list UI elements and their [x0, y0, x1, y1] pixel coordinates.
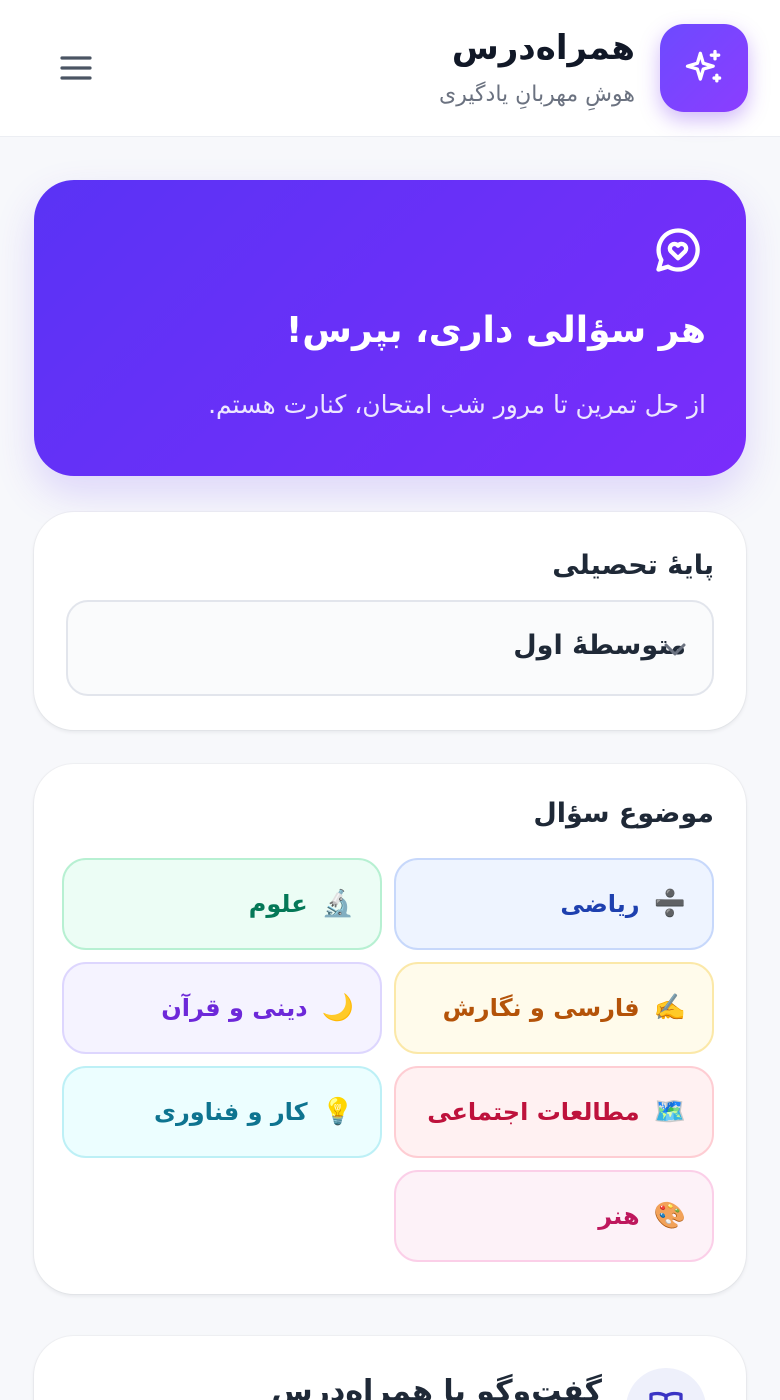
- app-logo: [660, 24, 748, 112]
- subject-tech-button[interactable]: 💡 کار و فناوری: [62, 1066, 382, 1158]
- writing-hand-icon: ✍️: [653, 993, 686, 1023]
- app-subtitle: هوشِ مهربانِ یادگیری: [439, 82, 635, 107]
- world-map-icon: 🗺️: [653, 1097, 686, 1127]
- chat-icon-wrap: [626, 1368, 706, 1400]
- subject-label: موضوع سؤال: [533, 798, 714, 829]
- subject-science-button[interactable]: 🔬 علوم: [62, 858, 382, 950]
- sparkles-icon: [685, 49, 722, 83]
- crescent-moon-icon: 🌙: [321, 993, 354, 1023]
- microscope-icon: 🔬: [321, 889, 354, 919]
- subject-religion-button[interactable]: 🌙 دینی و قرآن: [62, 962, 382, 1054]
- subject-label-science: علوم: [248, 890, 308, 918]
- chevron-down-icon: [664, 643, 686, 656]
- hero-icon-wrap: [650, 222, 706, 278]
- subject-label-persian: فارسی و نگارش: [442, 994, 640, 1022]
- subject-label-art: هنر: [598, 1202, 640, 1230]
- hero-banner: هر سؤالی داری، بپرس! از حل تمرین تا مرور…: [34, 180, 746, 476]
- app-header: همراه‌درس هوشِ مهربانِ یادگیری: [0, 0, 780, 137]
- grade-label: پایهٔ تحصیلی: [552, 550, 714, 581]
- grade-card: پایهٔ تحصیلی متوسطهٔ اول: [34, 512, 746, 730]
- grade-selected-value: متوسطهٔ اول: [513, 630, 686, 661]
- palette-icon: 🎨: [653, 1201, 686, 1231]
- hero-text: از حل تمرین تا مرور شب امتحان، کنارت هست…: [208, 390, 706, 419]
- subject-label-tech: کار و فناوری: [153, 1098, 308, 1126]
- divide-icon: ➗: [653, 889, 686, 919]
- subject-art-button[interactable]: 🎨 هنر: [394, 1170, 714, 1262]
- subject-label-religion: دینی و قرآن: [161, 994, 308, 1022]
- chat-title: گفت‌وگو با همراه‌درس: [271, 1374, 602, 1400]
- subject-math-button[interactable]: ➗ ریاضی: [394, 858, 714, 950]
- book-open-icon: [649, 1391, 683, 1400]
- app-title: همراه‌درس: [451, 28, 635, 68]
- chat-card: گفت‌وگو با همراه‌درس: [34, 1336, 746, 1400]
- subject-label-social: مطالعات اجتماعی: [427, 1098, 640, 1126]
- subject-persian-button[interactable]: ✍️ فارسی و نگارش: [394, 962, 714, 1054]
- chat-heart-icon: [656, 228, 700, 272]
- subject-label-math: ریاضی: [560, 890, 640, 918]
- hamburger-menu-icon: [60, 56, 92, 80]
- grade-select[interactable]: متوسطهٔ اول: [66, 600, 714, 696]
- light-bulb-icon: 💡: [321, 1097, 354, 1127]
- subject-card: موضوع سؤال ➗ ریاضی 🔬 علوم ✍️ فارسی و نگا…: [34, 764, 746, 1294]
- subject-social-button[interactable]: 🗺️ مطالعات اجتماعی: [394, 1066, 714, 1158]
- hero-title: هر سؤالی داری، بپرس!: [285, 310, 706, 351]
- menu-button[interactable]: [50, 46, 102, 90]
